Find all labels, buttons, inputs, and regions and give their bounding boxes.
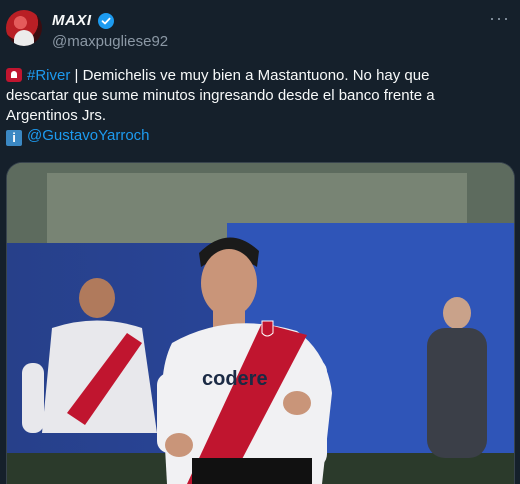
- shirt-sponsor-text: codere: [202, 368, 268, 390]
- information-icon: i: [6, 130, 22, 146]
- author-display-name[interactable]: MAXI: [52, 12, 92, 29]
- author-name-row: MAXI: [52, 12, 114, 29]
- tweet-media-photo[interactable]: codere: [6, 162, 515, 484]
- author-handle[interactable]: @maxpugliese92: [52, 33, 168, 50]
- tweet-text: #River | Demichelis ve muy bien a Mastan…: [6, 66, 511, 146]
- author-avatar[interactable]: [6, 10, 42, 46]
- police-light-icon: [6, 68, 22, 82]
- tweet: MAXI @maxpugliese92 ··· #River | Demiche…: [0, 0, 520, 484]
- photo-illustration: codere: [7, 163, 514, 484]
- verified-badge-icon: [97, 12, 114, 29]
- hashtag-link[interactable]: #River: [27, 67, 70, 84]
- mention-link[interactable]: @GustavoYarroch: [27, 127, 150, 144]
- tweet-text-line1: | Demichelis ve muy bien a Mastantuono. …: [70, 67, 430, 84]
- tweet-text-line2: descartar que sume minutos ingresando de…: [6, 87, 435, 104]
- tweet-text-line3: Argentinos Jrs.: [6, 107, 107, 124]
- more-options-button[interactable]: ···: [489, 9, 510, 27]
